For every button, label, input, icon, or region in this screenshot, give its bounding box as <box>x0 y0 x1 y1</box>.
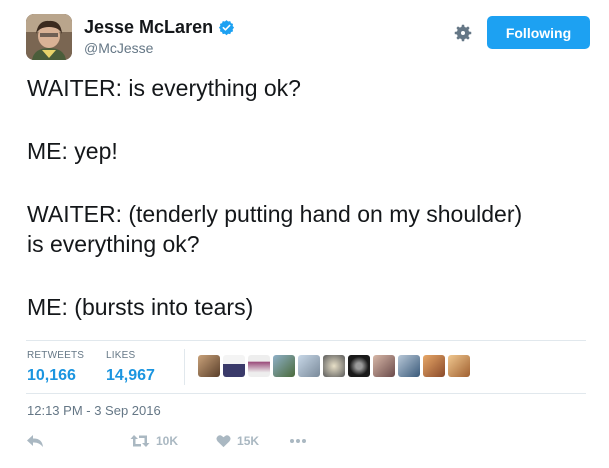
like-count: 15K <box>237 434 260 448</box>
tweet-line: is everything ok? <box>27 231 200 257</box>
following-button[interactable]: Following <box>487 16 590 49</box>
user-handle[interactable]: @McJesse <box>84 40 153 56</box>
retweets-stat[interactable]: RETWEETS 10,166 <box>27 350 84 385</box>
avatar[interactable] <box>26 14 72 60</box>
tweet-text: WAITER: is everything ok? ME: yep! WAITE… <box>27 73 597 322</box>
stats-separator <box>184 349 185 385</box>
reply-button[interactable] <box>26 434 44 448</box>
liker-avatar[interactable] <box>398 355 420 377</box>
liker-avatar[interactable] <box>348 355 370 377</box>
more-icon <box>290 439 307 443</box>
verified-badge-icon <box>218 20 235 36</box>
retweets-count: 10,166 <box>27 367 76 384</box>
liker-avatar[interactable] <box>223 355 245 377</box>
avatar-image <box>26 14 72 60</box>
liker-avatar[interactable] <box>198 355 220 377</box>
liker-avatar[interactable] <box>298 355 320 377</box>
tweet-line: WAITER: is everything ok? <box>27 75 301 101</box>
tweet-line: ME: yep! <box>27 138 118 164</box>
retweet-count: 10K <box>156 434 179 448</box>
user-name[interactable]: Jesse McLaren <box>84 17 213 38</box>
liker-avatar[interactable] <box>423 355 445 377</box>
likes-count: 14,967 <box>106 367 155 384</box>
tweet-line: WAITER: (tenderly putting hand on my sho… <box>27 201 523 227</box>
divider <box>26 340 586 341</box>
gear-icon[interactable] <box>452 22 474 44</box>
likers-avatars <box>198 355 470 377</box>
divider <box>26 393 586 394</box>
retweet-icon <box>130 435 150 447</box>
tweet-line: ME: (bursts into tears) <box>27 294 254 320</box>
like-button[interactable]: 15K <box>216 434 259 448</box>
liker-avatar[interactable] <box>273 355 295 377</box>
heart-icon <box>216 435 231 448</box>
tweet-actions: 10K 15K <box>26 434 307 448</box>
liker-avatar[interactable] <box>323 355 345 377</box>
tweet-timestamp[interactable]: 12:13 PM - 3 Sep 2016 <box>27 403 161 418</box>
likes-stat[interactable]: LIKES 14,967 <box>106 350 155 385</box>
liker-avatar[interactable] <box>373 355 395 377</box>
reply-icon <box>27 435 43 447</box>
retweets-label: RETWEETS <box>27 350 85 361</box>
likes-label: LIKES <box>106 350 136 361</box>
more-button[interactable] <box>289 438 307 444</box>
liker-avatar[interactable] <box>248 355 270 377</box>
retweet-button[interactable]: 10K <box>130 434 178 448</box>
liker-avatar[interactable] <box>448 355 470 377</box>
user-name-row: Jesse McLaren <box>84 17 235 38</box>
